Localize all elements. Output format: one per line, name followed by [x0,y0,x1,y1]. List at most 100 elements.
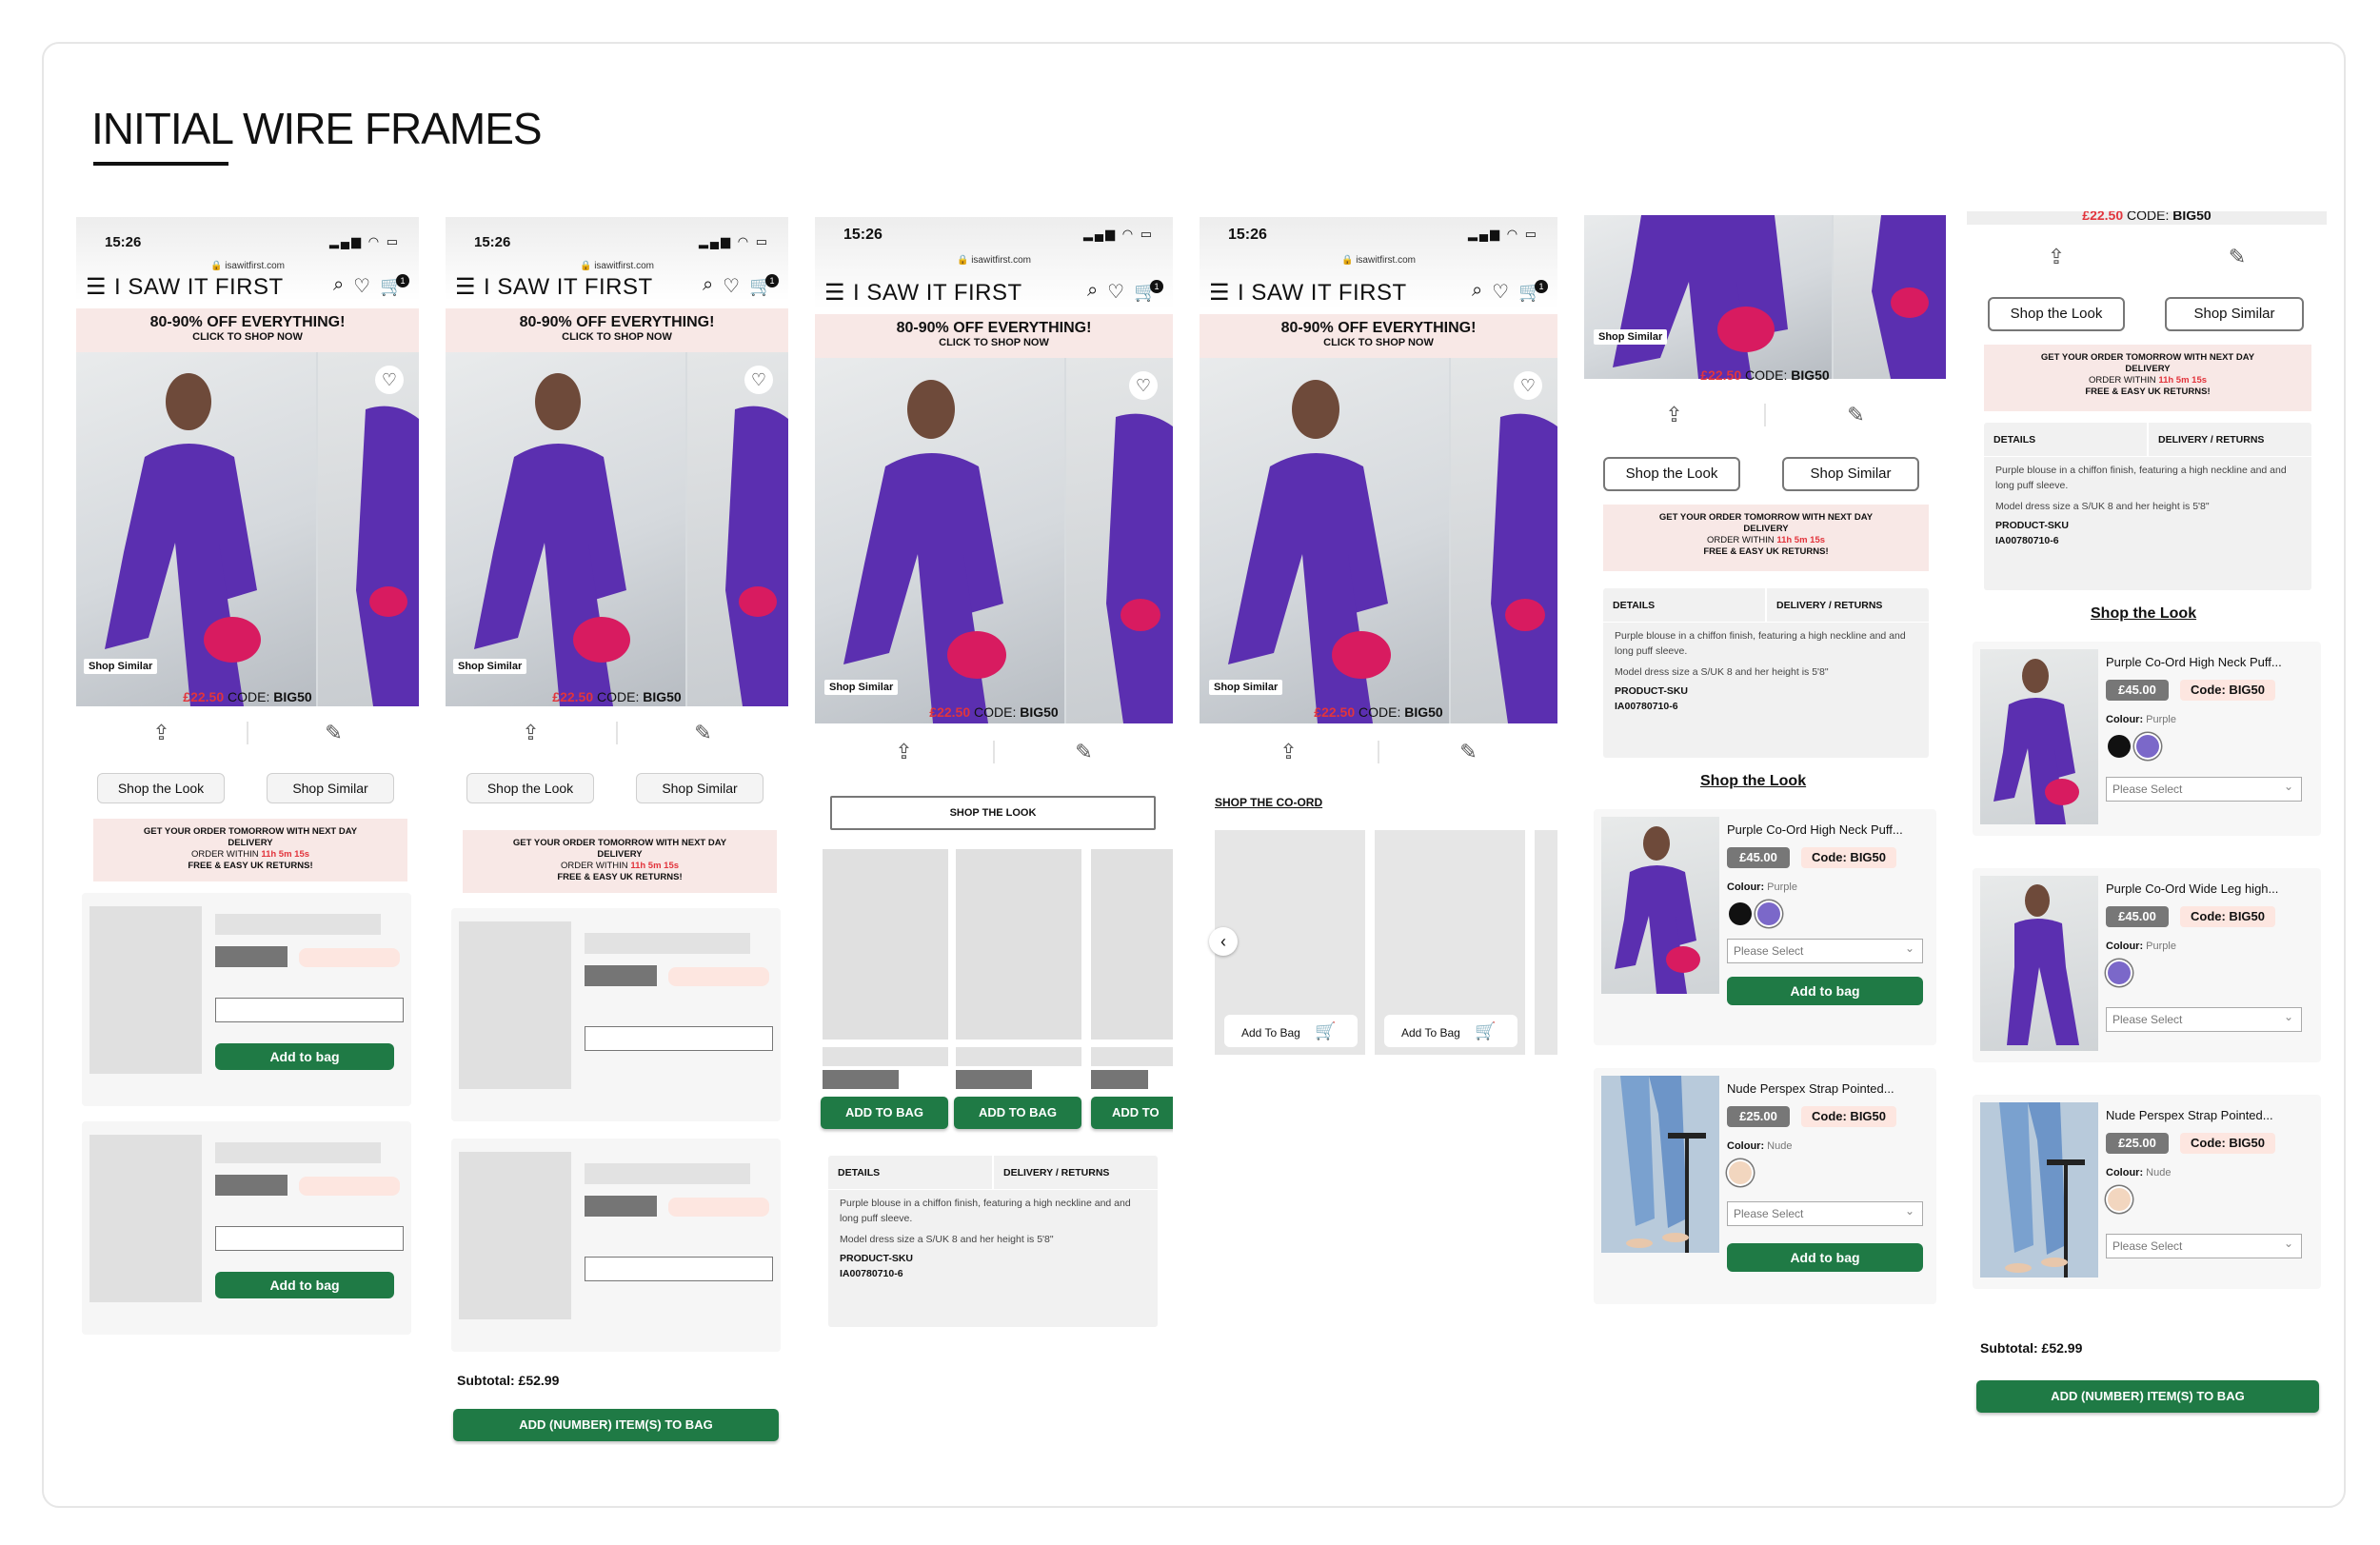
product-title[interactable]: Purple Co-Ord High Neck Puff... [2106,655,2282,669]
shop-the-look-button[interactable]: Shop the Look [1988,297,2125,331]
chevron-left-icon[interactable]: ‹ [1209,927,1238,956]
brand-logo[interactable]: I SAW IT FIRST [484,274,653,301]
promo-banner[interactable]: 80-90% OFF EVERYTHING! CLICK TO SHOP NOW [1200,314,1557,358]
product-image-carousel[interactable]: ♡ Shop Similar [446,352,788,706]
url-bar[interactable]: 🔒 isawitfirst.com [1200,255,1557,266]
tab-details[interactable]: DETAILS [828,1156,994,1189]
cart-icon[interactable]: 🛒1 [749,274,779,298]
shop-similar-tag[interactable]: Shop Similar [84,659,158,674]
product-title[interactable]: Nude Perspex Strap Pointed... [1727,1081,1894,1096]
size-guide-icon[interactable]: ✎ [1379,740,1557,764]
add-to-bag-button[interactable]: Add to bag [215,1272,394,1298]
share-icon[interactable]: ⇪ [815,740,993,764]
tab-delivery-returns[interactable]: DELIVERY / RETURNS [2149,423,2311,456]
add-to-bag-button[interactable]: Add to bag [1727,977,1923,1005]
shop-similar-button[interactable]: Shop Similar [636,773,764,803]
share-icon[interactable]: ⇪ [76,721,247,745]
size-guide-icon[interactable]: ✎ [995,740,1173,764]
colour-swatch-black[interactable] [2108,735,2131,758]
size-guide-icon[interactable]: ✎ [618,721,788,745]
shop-similar-tag[interactable]: Shop Similar [1594,329,1668,345]
share-icon[interactable]: ⇪ [446,721,616,745]
size-guide-icon[interactable]: ✎ [1766,403,1946,427]
add-to-bag-button[interactable]: Add to bag [1727,1243,1923,1272]
colour-swatch-purple[interactable] [2108,961,2131,984]
product-thumbnail[interactable] [1980,649,2098,824]
search-icon[interactable]: ⌕ [333,274,344,298]
add-items-to-bag-button[interactable]: ADD (NUMBER) ITEM(S) TO BAG [453,1409,779,1441]
cart-icon[interactable]: 🛒1 [380,274,409,298]
size-select[interactable]: Please Select [2106,775,2302,802]
colour-swatch-nude[interactable] [1729,1161,1752,1184]
wishlist-icon[interactable]: ♡ [353,274,370,298]
colour-swatch-purple[interactable] [1757,902,1780,925]
share-icon[interactable]: ⇪ [1584,403,1764,427]
shop-the-look-button[interactable]: Shop the Look [466,773,594,803]
add-to-bag-button[interactable]: ADD TO [1091,1097,1173,1129]
product-image-carousel[interactable]: ♡ Shop Similar [76,352,419,706]
product-title[interactable]: Nude Perspex Strap Pointed... [2106,1108,2273,1122]
cart-icon[interactable]: 🛒1 [1518,280,1548,304]
menu-icon[interactable]: ☰ [824,282,845,305]
product-image-carousel[interactable]: ♡ Shop Similar [1200,358,1557,723]
shop-similar-tag[interactable]: Shop Similar [453,659,527,674]
brand-logo[interactable]: I SAW IT FIRST [114,274,284,301]
product-thumbnail[interactable] [1980,876,2098,1051]
url-bar[interactable]: 🔒 isawitfirst.com [815,255,1173,266]
add-items-to-bag-button[interactable]: ADD (NUMBER) ITEM(S) TO BAG [1976,1380,2319,1413]
menu-icon[interactable]: ☰ [1209,282,1230,305]
wishlist-heart-icon[interactable]: ♡ [1514,371,1542,400]
size-guide-icon[interactable]: ✎ [2148,245,2327,269]
product-title[interactable]: Purple Co-Ord Wide Leg high... [2106,881,2278,896]
shop-the-look-button[interactable]: Shop the Look [1603,457,1740,491]
shop-the-look-button[interactable]: Shop the Look [97,773,225,803]
size-guide-icon[interactable]: ✎ [248,721,419,745]
tab-delivery-returns[interactable]: DELIVERY / RETURNS [994,1156,1158,1189]
shop-similar-button[interactable]: Shop Similar [1782,457,1919,491]
search-icon[interactable]: ⌕ [1472,280,1482,304]
add-to-bag-button[interactable]: Add To Bag 🛒 [1384,1015,1517,1047]
size-select[interactable]: Please Select [1727,937,1923,963]
product-thumbnail[interactable] [1980,1102,2098,1278]
shop-similar-tag[interactable]: Shop Similar [824,680,899,695]
share-icon[interactable]: ⇪ [1200,740,1378,764]
product-image-carousel[interactable]: ♡ Shop Similar [815,358,1173,723]
product-image-carousel[interactable]: Shop Similar [1584,215,1946,379]
tab-details[interactable]: DETAILS [1984,423,2149,456]
size-select[interactable]: Please Select [1727,1199,1923,1226]
tab-details[interactable]: DETAILS [1603,588,1767,622]
wishlist-heart-icon[interactable]: ♡ [1129,371,1158,400]
add-to-bag-button[interactable]: ADD TO BAG [954,1097,1081,1129]
wishlist-icon[interactable]: ♡ [1107,280,1124,304]
search-icon[interactable]: ⌕ [1087,280,1098,304]
product-thumbnail[interactable] [1601,1076,1719,1253]
wishlist-heart-icon[interactable]: ♡ [375,366,404,394]
size-select[interactable]: Please Select [2106,1005,2302,1032]
promo-banner[interactable]: 80-90% OFF EVERYTHING! CLICK TO SHOP NOW [446,308,788,352]
size-select[interactable]: Please Select [2106,1232,2302,1258]
colour-swatch-black[interactable] [1729,902,1752,925]
add-to-bag-button[interactable]: Add to bag [215,1043,394,1070]
wishlist-icon[interactable]: ♡ [723,274,740,298]
promo-banner[interactable]: 80-90% OFF EVERYTHING! CLICK TO SHOP NOW [76,308,419,352]
share-icon[interactable]: ⇪ [1967,245,2146,269]
wishlist-heart-icon[interactable]: ♡ [744,366,773,394]
brand-logo[interactable]: I SAW IT FIRST [1238,280,1407,307]
add-to-bag-button[interactable]: Add To Bag 🛒 [1224,1015,1358,1047]
shop-the-look-button[interactable]: SHOP THE LOOK [830,796,1156,830]
shop-similar-button[interactable]: Shop Similar [2165,297,2304,331]
brand-logo[interactable]: I SAW IT FIRST [853,280,1022,307]
shop-similar-tag[interactable]: Shop Similar [1209,680,1283,695]
add-to-bag-button[interactable]: ADD TO BAG [821,1097,948,1129]
shop-similar-button[interactable]: Shop Similar [267,773,394,803]
menu-icon[interactable]: ☰ [455,276,476,299]
cart-icon[interactable]: 🛒1 [1134,280,1163,304]
product-title[interactable]: Purple Co-Ord High Neck Puff... [1727,822,1903,837]
tab-delivery-returns[interactable]: DELIVERY / RETURNS [1767,588,1929,622]
product-thumbnail[interactable] [1601,817,1719,994]
promo-banner[interactable]: 80-90% OFF EVERYTHING! CLICK TO SHOP NOW [815,314,1173,358]
wishlist-icon[interactable]: ♡ [1492,280,1509,304]
menu-icon[interactable]: ☰ [86,276,107,299]
colour-swatch-nude[interactable] [2108,1188,2131,1211]
colour-swatch-purple[interactable] [2136,735,2159,758]
